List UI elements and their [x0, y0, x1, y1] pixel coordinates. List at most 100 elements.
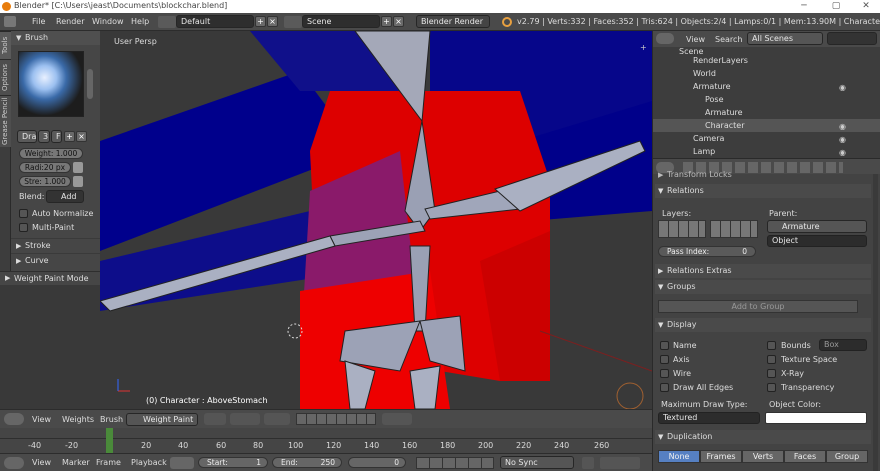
scene-field[interactable]: Scene: [302, 15, 380, 28]
texture-space-checkbox[interactable]: [767, 355, 776, 364]
remove-scene-button[interactable]: ×: [393, 16, 404, 27]
dup-group-button[interactable]: Group: [826, 450, 868, 463]
pass-index-field[interactable]: Pass Index: 0: [658, 246, 756, 257]
visibility-eye-icon[interactable]: ◉: [839, 135, 846, 144]
3d-cursor-icon[interactable]: [287, 323, 303, 339]
keying-set-buttons[interactable]: [600, 457, 640, 469]
xray-checkbox[interactable]: [767, 369, 776, 378]
visibility-eye-icon[interactable]: ◉: [839, 148, 846, 157]
sync-mode-dropdown[interactable]: No Sync: [500, 456, 574, 469]
transparency-checkbox[interactable]: [767, 383, 776, 392]
bounds-checkbox[interactable]: [767, 341, 776, 350]
curve-panel-header[interactable]: ▶ Curve: [11, 253, 100, 267]
tab-options[interactable]: Options: [0, 59, 11, 95]
display-name-checkbox[interactable]: [660, 341, 669, 350]
brush-panel-header[interactable]: ▼ Brush: [11, 31, 100, 45]
viewport-shading-button[interactable]: [204, 413, 226, 425]
editor-type-icon[interactable]: [4, 457, 24, 469]
relations-header[interactable]: ▼ Relations: [655, 184, 871, 198]
outliner-row[interactable]: Armature: [653, 106, 880, 119]
mask-buttons[interactable]: [264, 413, 290, 425]
playback-controls[interactable]: [416, 457, 494, 469]
auto-keying-button[interactable]: [582, 457, 594, 469]
render-engine-dropdown[interactable]: Blender Render: [416, 15, 490, 28]
radius-pressure-icon[interactable]: [73, 162, 83, 173]
weight-paint-mode-panel[interactable]: ▶ Weight Paint Mode: [0, 271, 100, 285]
object-layers-grid[interactable]: [710, 220, 758, 238]
brush-users-field[interactable]: 3: [38, 130, 50, 143]
strength-slider[interactable]: Stre: 1.000: [19, 176, 71, 187]
interaction-mode-dropdown[interactable]: Weight Paint: [126, 413, 198, 426]
display-header[interactable]: ▼ Display: [655, 318, 871, 332]
end-frame-field[interactable]: End: 250: [272, 457, 342, 468]
add-scene-button[interactable]: +: [381, 16, 392, 27]
viewport-plus-icon[interactable]: +: [640, 43, 647, 52]
timeline-area[interactable]: -40 -20 0 20 40 60 80 100 120 140 160 18…: [0, 428, 652, 453]
parent-field[interactable]: Armature: [767, 220, 867, 233]
current-frame-indicator[interactable]: [106, 428, 113, 453]
menu-view[interactable]: View: [32, 415, 51, 424]
remove-layout-button[interactable]: ×: [267, 16, 278, 27]
delete-brush-button[interactable]: ×: [76, 131, 87, 142]
dup-none-button[interactable]: None: [658, 450, 700, 463]
max-draw-type-dropdown[interactable]: Textured: [658, 412, 760, 424]
stroke-panel-header[interactable]: ▶ Stroke: [11, 238, 100, 252]
scene-icon[interactable]: [284, 16, 302, 28]
display-axis-checkbox[interactable]: [660, 355, 669, 364]
strength-pressure-icon[interactable]: [73, 176, 83, 187]
menu-weights[interactable]: Weights: [62, 415, 94, 424]
display-wire-checkbox[interactable]: [660, 369, 669, 378]
parent-type-dropdown[interactable]: Object: [767, 235, 867, 247]
duplication-header[interactable]: ▼ Duplication: [655, 430, 871, 444]
blend-dropdown[interactable]: Add: [46, 190, 84, 203]
maximize-button[interactable]: ▢: [822, 0, 850, 13]
menu-view[interactable]: View: [32, 458, 51, 467]
outliner-row[interactable]: RenderLayers: [653, 54, 880, 67]
menu-view[interactable]: View: [686, 35, 705, 44]
bounds-type-dropdown[interactable]: Box: [819, 339, 867, 351]
close-window-button[interactable]: ✕: [852, 0, 880, 13]
current-frame-field[interactable]: 0: [348, 457, 406, 468]
tab-tools[interactable]: Tools: [0, 31, 11, 59]
add-to-group-button[interactable]: Add to Group: [658, 300, 858, 313]
weight-slider[interactable]: Weight: 1.000: [19, 148, 83, 159]
brush-name-field[interactable]: Dra: [17, 130, 37, 143]
dup-verts-button[interactable]: Verts: [742, 450, 784, 463]
editor-type-icon[interactable]: [656, 33, 674, 44]
outliner-row[interactable]: Pose: [653, 93, 880, 106]
menu-file[interactable]: File: [32, 17, 45, 26]
minimize-button[interactable]: ─: [790, 0, 818, 13]
menu-marker[interactable]: Marker: [62, 458, 90, 467]
pivot-point-button[interactable]: [230, 413, 260, 425]
visibility-eye-icon[interactable]: ◉: [839, 83, 846, 92]
multi-paint-checkbox[interactable]: [19, 223, 28, 232]
new-brush-button[interactable]: +: [64, 131, 75, 142]
object-color-swatch[interactable]: [765, 412, 867, 424]
brush-fake-user-button[interactable]: F: [51, 130, 62, 143]
brush-preview-scrollbar[interactable]: [87, 69, 93, 99]
outliner-row[interactable]: World: [653, 67, 880, 80]
tab-grease-pencil[interactable]: Grease Pencil: [0, 95, 11, 147]
display-mode-dropdown[interactable]: All Scenes: [747, 32, 823, 45]
menu-render[interactable]: Render: [56, 17, 84, 26]
menu-window[interactable]: Window: [92, 17, 124, 26]
dup-frames-button[interactable]: Frames: [700, 450, 742, 463]
radius-slider[interactable]: Radi:20 px: [19, 162, 71, 173]
add-layout-button[interactable]: +: [255, 16, 266, 27]
layer-buttons[interactable]: [296, 413, 376, 425]
screen-layout-field[interactable]: Default: [176, 15, 254, 28]
groups-header[interactable]: ▼ Groups: [655, 280, 871, 294]
dup-faces-button[interactable]: Faces: [784, 450, 826, 463]
transform-locks-header[interactable]: ▶ Transform Locks: [655, 168, 871, 182]
editor-type-icon[interactable]: [4, 413, 24, 425]
screen-layout-icon[interactable]: [158, 16, 176, 28]
relations-extras-header[interactable]: ▶ Relations Extras: [655, 264, 871, 278]
3d-viewport[interactable]: User Persp (0) Character : AboveStomach …: [100, 31, 652, 409]
properties-scrollbar[interactable]: [873, 174, 878, 471]
editor-type-icon[interactable]: [4, 16, 16, 27]
outliner-search-input[interactable]: [827, 32, 877, 45]
render-buttons[interactable]: [382, 413, 412, 425]
menu-help[interactable]: Help: [131, 17, 149, 26]
start-frame-field[interactable]: Start: 1: [198, 457, 268, 468]
menu-playback[interactable]: Playback: [131, 458, 167, 467]
